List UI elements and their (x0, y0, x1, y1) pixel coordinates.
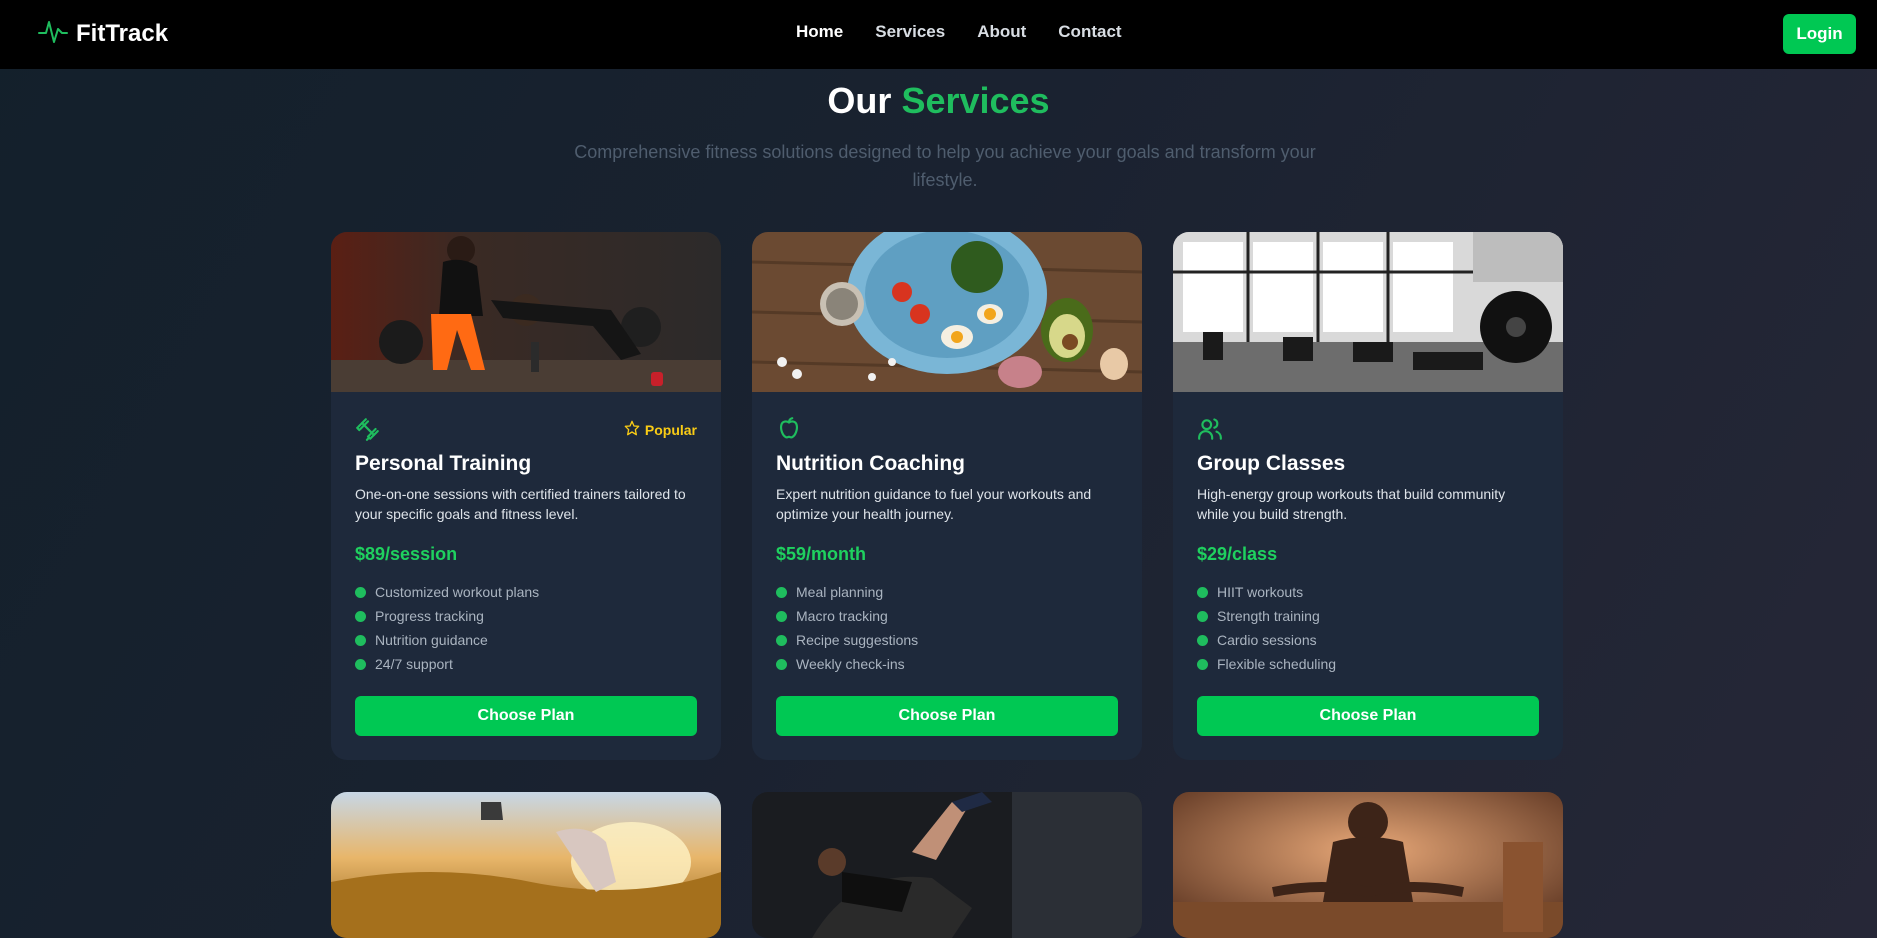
group-classes-image (1173, 232, 1563, 392)
nutrition-image (752, 232, 1142, 392)
list-item: Customized workout plans (355, 580, 539, 604)
card-description: Expert nutrition guidance to fuel your w… (776, 486, 1092, 522)
list-item: Progress tracking (355, 604, 539, 628)
bullet-icon (355, 586, 366, 598)
apple-icon (776, 416, 802, 442)
section-subtitle: Comprehensive fitness solutions designed… (574, 142, 1316, 190)
feature-label: Meal planning (796, 584, 884, 600)
feature-list: Meal planning Macro tracking Recipe sugg… (776, 580, 918, 676)
users-icon (1197, 416, 1223, 442)
nav-links: Home Services About Contact (796, 22, 1122, 42)
section-title-part1: Our (827, 80, 892, 121)
nav-about[interactable]: About (977, 22, 1026, 42)
card-description: High-energy group workouts that build co… (1197, 486, 1506, 522)
list-item: Cardio sessions (1197, 628, 1336, 652)
card-title: Personal Training (355, 452, 532, 475)
star-icon (624, 420, 640, 439)
service-card-group-classes: Group Classes High-energy group workouts… (1173, 232, 1563, 760)
section-title-accent: Services (901, 80, 1050, 121)
feature-label: Macro tracking (796, 608, 888, 624)
bullet-icon (776, 586, 787, 598)
card-price: $29/class (1197, 544, 1278, 564)
feature-label: Progress tracking (375, 608, 484, 624)
bullet-icon (355, 658, 366, 670)
feature-label: Strength training (1217, 608, 1320, 624)
popular-badge: Popular (624, 420, 697, 439)
list-item: HIIT workouts (1197, 580, 1336, 604)
card-price: $59/month (776, 544, 867, 564)
card-title: Group Classes (1197, 452, 1346, 475)
feature-label: Recipe suggestions (796, 632, 919, 648)
service-card-nutrition-coaching: Nutrition Coaching Expert nutrition guid… (752, 232, 1142, 760)
service-card-running (331, 792, 721, 938)
list-item: Recipe suggestions (776, 628, 918, 652)
nav-home[interactable]: Home (796, 22, 843, 42)
feature-label: Weekly check-ins (796, 656, 905, 672)
list-item: Nutrition guidance (355, 628, 539, 652)
bullet-icon (1197, 658, 1208, 670)
brand[interactable]: FitTrack (38, 16, 168, 51)
service-card-yoga (1173, 792, 1563, 938)
bullet-icon (1197, 634, 1208, 646)
bullet-icon (776, 634, 787, 646)
card-title: Nutrition Coaching (776, 452, 965, 475)
list-item: Strength training (1197, 604, 1336, 628)
bullet-icon (355, 634, 366, 646)
feature-label: HIIT workouts (1217, 584, 1304, 600)
section-title: Our Services (0, 80, 1877, 122)
choose-plan-button[interactable]: Choose Plan (1197, 696, 1539, 736)
service-card-personal-training: Popular Personal Training One-on-one ses… (331, 232, 721, 760)
feature-label: 24/7 support (375, 656, 453, 672)
yoga-image (1173, 792, 1563, 938)
card-description: One-on-one sessions with certified train… (355, 486, 686, 522)
service-card-strength (752, 792, 1142, 938)
choose-plan-button[interactable]: Choose Plan (776, 696, 1118, 736)
choose-plan-button[interactable]: Choose Plan (355, 696, 697, 736)
list-item: Macro tracking (776, 604, 918, 628)
feature-list: Customized workout plans Progress tracki… (355, 580, 539, 676)
nav-contact[interactable]: Contact (1058, 22, 1121, 42)
bullet-icon (355, 610, 366, 622)
list-item: Flexible scheduling (1197, 652, 1336, 676)
list-item: Weekly check-ins (776, 652, 918, 676)
feature-label: Customized workout plans (375, 584, 540, 600)
navbar: FitTrack Home Services About Contact Log… (0, 0, 1877, 69)
feature-label: Nutrition guidance (375, 632, 488, 648)
personal-training-image (331, 232, 721, 392)
bullet-icon (1197, 586, 1208, 598)
strength-image (752, 792, 1142, 938)
feature-label: Cardio sessions (1217, 632, 1317, 648)
pulse-icon (38, 16, 68, 51)
list-item: 24/7 support (355, 652, 539, 676)
list-item: Meal planning (776, 580, 918, 604)
login-button[interactable]: Login (1783, 14, 1856, 54)
feature-label: Flexible scheduling (1217, 656, 1337, 672)
nav-services[interactable]: Services (875, 22, 945, 42)
brand-name: FitTrack (76, 19, 169, 47)
running-image (331, 792, 721, 938)
bullet-icon (776, 610, 787, 622)
dumbbell-icon (355, 416, 381, 442)
bullet-icon (1197, 610, 1208, 622)
card-price: $89/session (355, 544, 458, 564)
popular-label: Popular (644, 421, 697, 438)
bullet-icon (776, 658, 787, 670)
feature-list: HIIT workouts Strength training Cardio s… (1197, 580, 1336, 676)
